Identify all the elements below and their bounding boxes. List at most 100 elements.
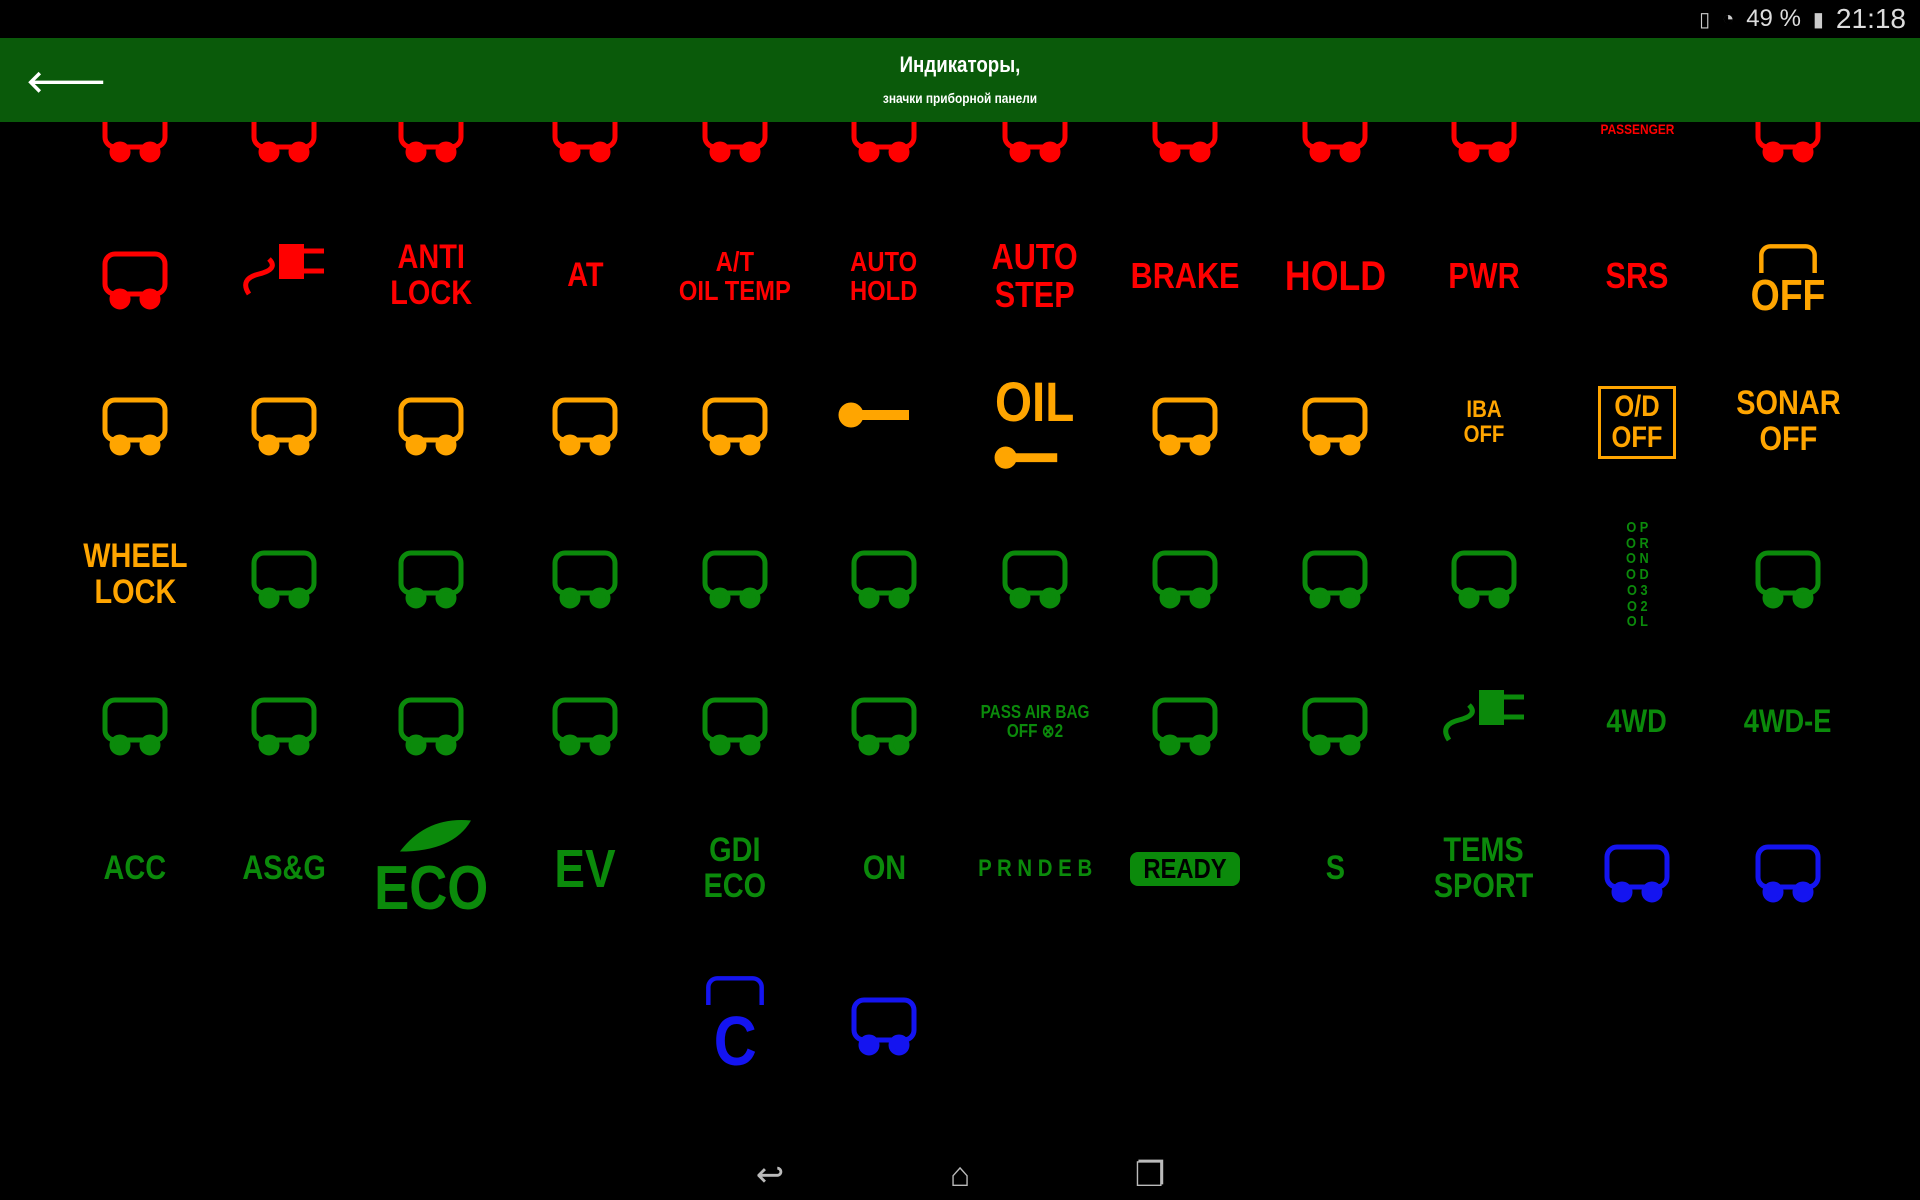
indicator-car-arrows[interactable]: [1409, 505, 1559, 645]
indicator-text: O 2: [1626, 597, 1648, 615]
indicator-axle[interactable]: [809, 505, 959, 645]
indicator-label: EV: [549, 840, 621, 898]
front-fog-icon: [851, 697, 917, 755]
indicator-text[interactable]: PWR: [1409, 206, 1559, 346]
indicator-text[interactable]: TEMS SPORT: [1409, 799, 1559, 939]
indicator-text[interactable]: EV: [510, 799, 660, 939]
indicator-text[interactable]: WHEEL LOCK: [60, 505, 210, 645]
indicator-text[interactable]: O/D OFF: [1562, 352, 1712, 492]
indicator-text[interactable]: ECO: [356, 799, 506, 939]
indicator-coolant-cold[interactable]: C: [660, 952, 810, 1092]
indicator-text[interactable]: AUTO STEP: [960, 206, 1110, 346]
back-nav-button[interactable]: ↩: [740, 1155, 800, 1195]
indicator-label: OFF: [1744, 272, 1832, 319]
wrench-icon: [838, 402, 909, 427]
indicator-text: ECO: [703, 867, 767, 905]
glow-heater-icon: [102, 251, 168, 309]
indicator-text: P R N D E B: [977, 855, 1093, 883]
indicator-high-beam[interactable]: [1562, 799, 1712, 939]
indicator-text: HOLD: [1284, 251, 1386, 299]
indicator-text[interactable]: BRAKE: [1110, 206, 1260, 346]
indicator-lane-assist[interactable]: [356, 652, 506, 792]
indicator-auto-high-beam[interactable]: [1713, 799, 1863, 939]
indicator-text: SONAR: [1735, 384, 1841, 423]
indicator-text: ACC: [103, 849, 167, 888]
indicator-text[interactable]: READY: [1110, 799, 1260, 939]
indicator-front-fog[interactable]: [809, 652, 959, 792]
indicator-drivetrain-full[interactable]: [660, 505, 810, 645]
indicator-text[interactable]: AS&G: [209, 799, 359, 939]
indicator-plug[interactable]: [1409, 652, 1559, 792]
indicator-text[interactable]: ACC: [60, 799, 210, 939]
indicator-turn-signals[interactable]: [1110, 652, 1260, 792]
indicator-text[interactable]: A/T OIL TEMP: [660, 206, 810, 346]
indicator-text[interactable]: S: [1260, 799, 1410, 939]
indicator-text[interactable]: 4WD-E: [1713, 652, 1863, 792]
indicator-text[interactable]: GDI ECO: [660, 799, 810, 939]
indicator-text: AS&G: [242, 849, 326, 888]
indicator-car-front[interactable]: [60, 652, 210, 792]
indicator-brake-circle[interactable]: [1260, 352, 1410, 492]
indicator-coolant-tank[interactable]: [660, 352, 810, 492]
indicator-label: TEMS SPORT: [1425, 833, 1542, 904]
indicator-label: 4WD: [1601, 705, 1672, 739]
indicator-text[interactable]: AUTO HOLD: [809, 206, 959, 346]
indicator-windshield-washer[interactable]: [356, 352, 506, 492]
indicator-auto-stop[interactable]: [209, 505, 359, 645]
indicator-parking-p[interactable]: [356, 505, 506, 645]
indicator-text: LOCK: [94, 573, 176, 611]
indicator-text: TEMS: [1443, 831, 1525, 870]
indicator-text: ANTI: [397, 238, 465, 277]
indicator-text[interactable]: SRS: [1562, 206, 1712, 346]
back-button[interactable]: 🡐: [26, 64, 106, 100]
indicator-text[interactable]: AT: [510, 206, 660, 346]
indicator-text[interactable]: IBA OFF: [1409, 352, 1559, 492]
indicator-text: WHEEL: [82, 537, 188, 576]
indicator-text: OFF: [1759, 420, 1817, 458]
indicator-wrench[interactable]: [809, 352, 959, 492]
indicator-glow-heater[interactable]: [60, 206, 210, 346]
lane-car-icon: [552, 697, 618, 755]
indicator-tire-arrow[interactable]: [1260, 652, 1410, 792]
lane-assist-icon: [398, 697, 464, 755]
indicator-label: WHEEL LOCK: [74, 539, 197, 610]
indicator-text[interactable]: 4WD: [1562, 652, 1712, 792]
indicator-text[interactable]: O PO RO NO DO 3O 2O L: [1562, 505, 1712, 645]
indicator-coolant-temp[interactable]: [809, 952, 959, 1092]
indicator-text: S: [1325, 849, 1345, 888]
indicator-sonar-car[interactable]: [1713, 505, 1863, 645]
indicator-text[interactable]: ANTI LOCK: [356, 206, 506, 346]
indicator-text[interactable]: PASS AIR BAG OFF ⊗2: [960, 652, 1110, 792]
indicator-rear-fog[interactable]: [209, 352, 359, 492]
indicator-text[interactable]: P R N D E B: [960, 799, 1110, 939]
indicator-sonar-car[interactable]: OFF: [1713, 206, 1863, 346]
indicator-text[interactable]: OIL: [960, 352, 1110, 492]
indicator-plug[interactable]: [209, 206, 359, 346]
indicator-grid[interactable]: PASSENGER ANTI LOCK AT A/T OIL TEMP AUTO HOLD AU…: [0, 0, 1920, 1150]
indicator-4l-box[interactable]: [1260, 505, 1410, 645]
indicator-lane-car[interactable]: [510, 652, 660, 792]
indicator-text: PWR: [1448, 255, 1520, 297]
indicator-engine[interactable]: [1110, 352, 1260, 492]
indicator-lane-car[interactable]: [60, 352, 210, 492]
indicator-oil-drip[interactable]: [510, 352, 660, 492]
indicator-text[interactable]: HOLD: [1260, 206, 1410, 346]
indicator-text: BRAKE: [1130, 255, 1240, 297]
indicator-drivetrain[interactable]: [510, 505, 660, 645]
indicator-text[interactable]: SONAR OFF: [1713, 352, 1863, 492]
indicator-diff-lock[interactable]: [960, 505, 1110, 645]
navigation-bar: ↩ ⌂ ❐: [0, 1150, 1920, 1200]
indicator-parking-sensors[interactable]: [209, 652, 359, 792]
indicator-text: GDI: [709, 831, 761, 870]
indicator-4wd-box[interactable]: [1110, 505, 1260, 645]
car-front-icon: [102, 697, 168, 755]
indicator-text[interactable]: ON: [809, 799, 959, 939]
home-nav-button[interactable]: ⌂: [930, 1156, 990, 1195]
indicator-label: PASSENGER: [1594, 121, 1681, 137]
parking-sensors-icon: [251, 697, 317, 755]
high-beam-icon: [1604, 844, 1670, 902]
recents-nav-button[interactable]: ❐: [1120, 1155, 1180, 1195]
indicator-side-lights[interactable]: [660, 652, 810, 792]
brake-circle-icon: [1302, 397, 1368, 455]
plug-icon: [243, 243, 324, 295]
